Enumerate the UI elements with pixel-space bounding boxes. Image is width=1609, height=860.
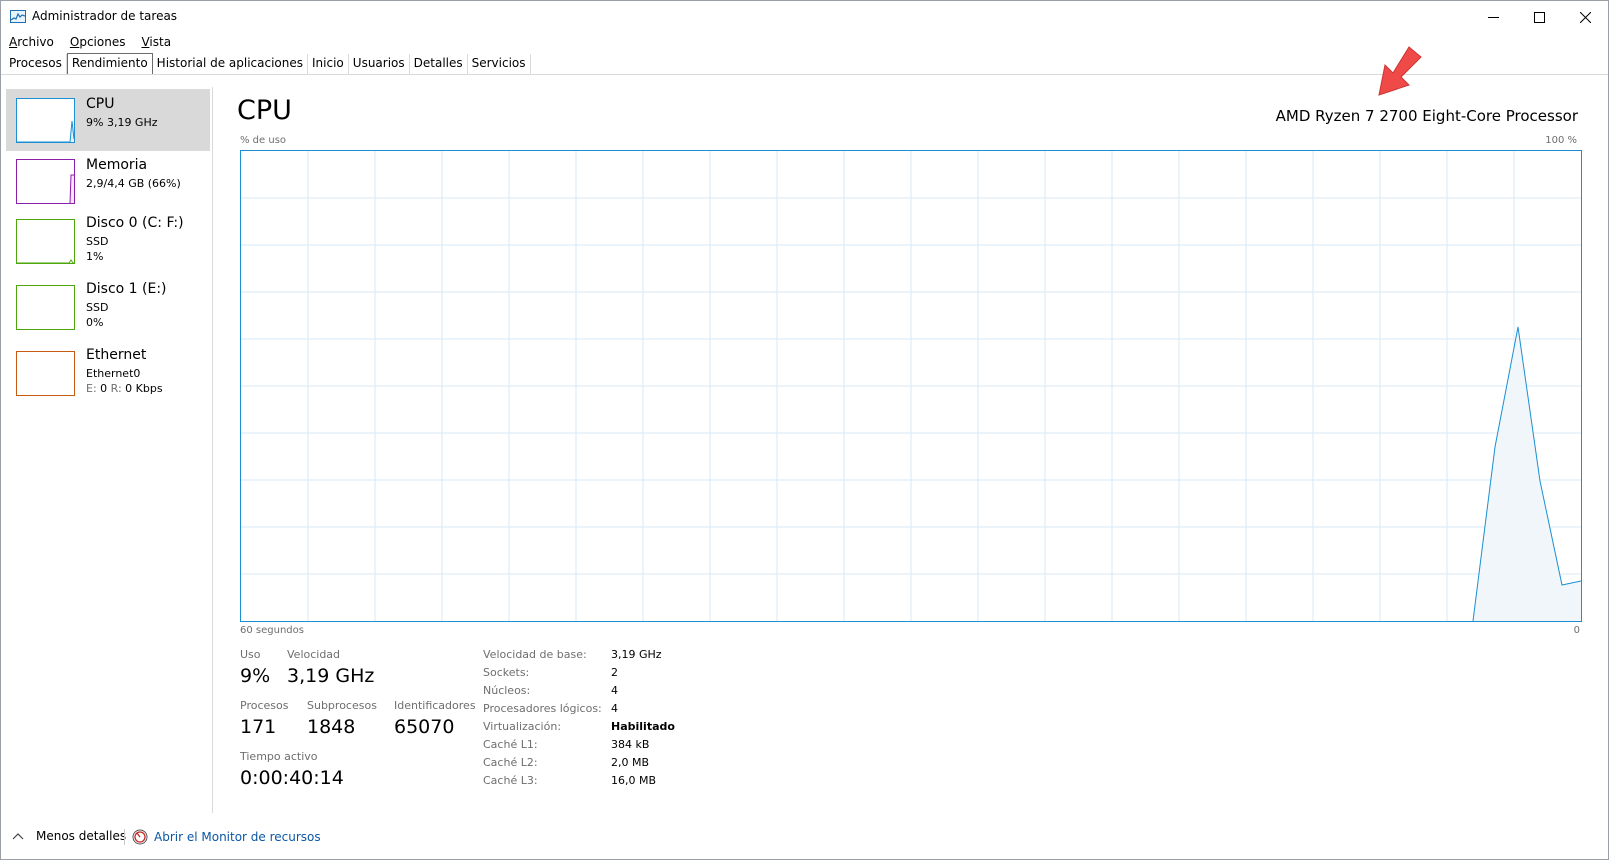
spec-label: Núcleos:	[483, 684, 531, 697]
menu-vista[interactable]: Vista	[133, 33, 179, 53]
annotation-arrow-icon	[1378, 46, 1422, 96]
spec-label: Caché L3:	[483, 774, 538, 787]
menu-archivo[interactable]: Archivo	[1, 33, 62, 53]
spec-value: 2	[611, 666, 618, 679]
sidebar-item-label: Disco 1 (E:)	[86, 281, 167, 297]
sidebar-item-label: CPU	[86, 96, 115, 112]
tab-detalles[interactable]: Detalles	[410, 54, 468, 74]
sidebar-item-label: Memoria	[86, 157, 148, 173]
sidebar-item-ethernet[interactable]: Ethernet Ethernet0 E: 0 R: 0 Kbps	[6, 345, 210, 407]
task-manager-window: Administrador de tareas Archivo Opciones…	[0, 0, 1609, 860]
performance-sidebar: CPU 9% 3,19 GHz Memoria 2,9/4,4 GB (66%)…	[1, 87, 213, 813]
tab-historial[interactable]: Historial de aplicaciones	[153, 54, 309, 74]
maximize-button[interactable]	[1516, 1, 1562, 33]
disk0-thumbnail-graph	[16, 219, 75, 264]
menu-opciones[interactable]: Opciones	[62, 33, 134, 53]
sidebar-item-detail: 9% 3,19 GHz	[86, 116, 158, 129]
graph-y-label: % de uso	[240, 135, 287, 146]
less-details-label: Menos detalles	[36, 829, 127, 843]
spec-value: 4	[611, 702, 618, 715]
cpu-thumbnail-graph	[16, 98, 75, 143]
ethernet-receive-value: 0 Kbps	[125, 382, 163, 395]
graph-x-right-label: 0	[1573, 625, 1580, 636]
cpu-usage-area	[1473, 327, 1581, 621]
window-title: Administrador de tareas	[32, 9, 178, 23]
spec-label: Procesadores lógicos:	[483, 702, 602, 715]
maximize-icon	[1533, 11, 1545, 23]
processes-label: Procesos	[240, 699, 289, 712]
spec-label: Caché L1:	[483, 738, 538, 751]
handles-label: Identificadores	[394, 699, 476, 712]
processor-name: AMD Ryzen 7 2700 Eight-Core Processor	[1275, 107, 1578, 125]
graph-grid	[241, 151, 1581, 621]
threads-value: 1848	[307, 716, 356, 738]
sidebar-item-disco-0[interactable]: Disco 0 (C: F:) SSD 1%	[6, 213, 210, 275]
close-icon	[1579, 11, 1591, 23]
spec-value: 4	[611, 684, 618, 697]
task-manager-icon	[10, 10, 26, 23]
resource-monitor-icon	[132, 829, 148, 845]
tab-procesos[interactable]: Procesos	[5, 54, 67, 74]
menu-bar: Archivo Opciones Vista	[1, 33, 1608, 53]
tab-servicios[interactable]: Servicios	[468, 54, 531, 74]
graph-x-left-label: 60 segundos	[240, 625, 304, 636]
ethernet-send-label: E:	[86, 382, 97, 395]
page-title: CPU	[237, 95, 292, 126]
cpu-usage-graph	[240, 150, 1582, 622]
processes-value: 171	[240, 716, 277, 738]
memory-thumbnail-graph	[16, 159, 75, 204]
sidebar-item-detail-2: 1%	[86, 250, 104, 263]
spec-value: Habilitado	[611, 720, 675, 733]
spec-label: Velocidad de base:	[483, 648, 587, 661]
sidebar-item-label: Ethernet	[86, 347, 147, 363]
sidebar-item-memoria[interactable]: Memoria 2,9/4,4 GB (66%)	[6, 155, 210, 211]
usage-label: Uso	[240, 648, 261, 661]
sidebar-item-detail: 2,9/4,4 GB (66%)	[86, 177, 181, 190]
close-button[interactable]	[1562, 1, 1608, 33]
spec-value: 2,0 MB	[611, 756, 650, 769]
spec-label: Caché L2:	[483, 756, 538, 769]
tab-bar: Procesos Rendimiento Historial de aplica…	[1, 53, 1608, 75]
disk1-thumbnail-graph	[16, 285, 75, 330]
speed-label: Velocidad	[287, 648, 341, 661]
handles-value: 65070	[394, 716, 455, 738]
uptime-label: Tiempo activo	[240, 750, 318, 763]
usage-value: 9%	[240, 665, 271, 687]
sidebar-item-label: Disco 0 (C: F:)	[86, 215, 184, 231]
sidebar-item-detail-2: 0%	[86, 316, 104, 329]
ethernet-receive-label: R:	[110, 382, 122, 395]
title-bar: Administrador de tareas	[1, 1, 1608, 33]
footer-divider	[124, 829, 125, 845]
ethernet-thumbnail-graph	[16, 351, 75, 396]
resource-monitor-label: Abrir el Monitor de recursos	[154, 830, 321, 844]
less-details-button[interactable]: Menos detalles	[12, 829, 126, 843]
graph-y-max-label: 100 %	[1545, 135, 1577, 146]
threads-label: Subprocesos	[307, 699, 377, 712]
tab-inicio[interactable]: Inicio	[308, 54, 349, 74]
uptime-value: 0:00:40:14	[240, 767, 344, 789]
spec-value: 384 kB	[611, 738, 650, 751]
ethernet-send-value: 0	[100, 382, 108, 395]
minimize-button[interactable]	[1470, 1, 1516, 33]
sidebar-item-detail: SSD	[86, 235, 109, 248]
sidebar-item-disco-1[interactable]: Disco 1 (E:) SSD 0%	[6, 279, 210, 341]
spec-value: 16,0 MB	[611, 774, 657, 787]
minimize-icon	[1487, 16, 1499, 18]
sidebar-item-detail: Ethernet0	[86, 367, 141, 380]
spec-value: 3,19 GHz	[611, 648, 662, 661]
sidebar-item-detail: SSD	[86, 301, 109, 314]
resource-monitor-link[interactable]: Abrir el Monitor de recursos	[132, 829, 321, 845]
ethernet-throughput: E: 0 R: 0 Kbps	[86, 382, 163, 395]
chevron-up-icon	[12, 833, 24, 840]
footer-bar: Menos detalles Abrir el Monitor de recur…	[1, 821, 1608, 851]
tab-rendimiento[interactable]: Rendimiento	[66, 53, 153, 74]
spec-label: Sockets:	[483, 666, 530, 679]
sidebar-item-cpu[interactable]: CPU 9% 3,19 GHz	[6, 89, 210, 151]
spec-label: Virtualización:	[483, 720, 562, 733]
speed-value: 3,19 GHz	[287, 665, 375, 687]
tab-usuarios[interactable]: Usuarios	[349, 54, 410, 74]
